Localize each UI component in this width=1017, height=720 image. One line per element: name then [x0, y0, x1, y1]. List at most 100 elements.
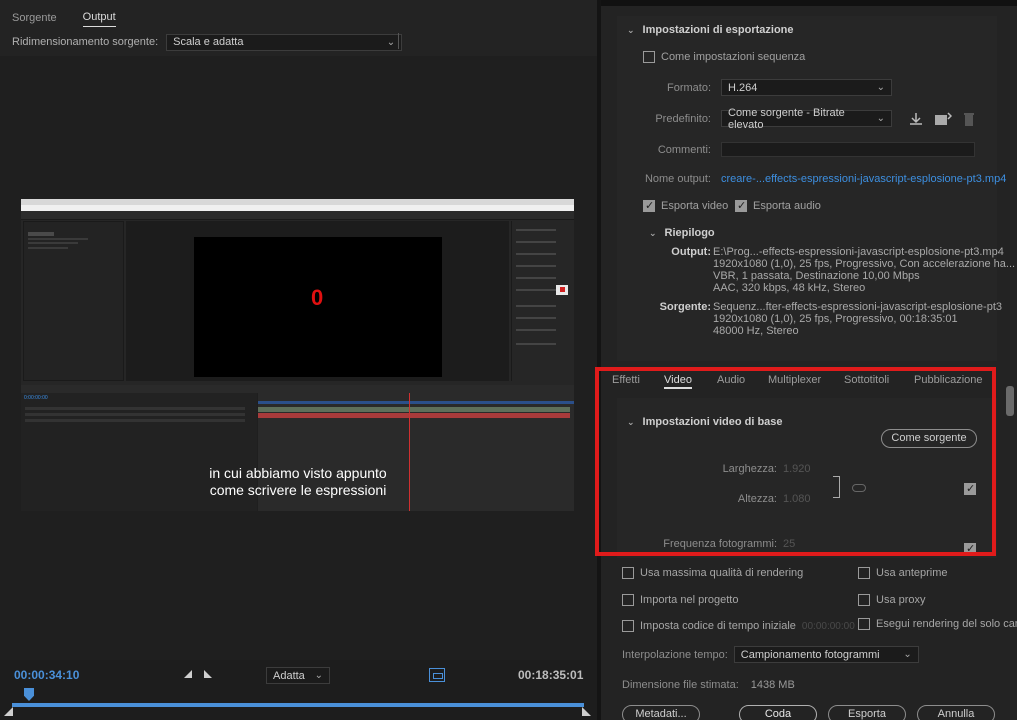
time-interpolation-dropdown[interactable]: Campionamento fotogrammi ⌄	[733, 646, 919, 663]
aspect-ratio-icon[interactable]	[429, 668, 445, 682]
use-proxy-checkbox[interactable]	[858, 594, 870, 606]
delete-preset-icon[interactable]	[962, 111, 976, 127]
duration-timecode: 00:18:35:01	[518, 668, 584, 682]
import-project-checkbox[interactable]	[622, 594, 634, 606]
out-point-marker-icon[interactable]	[582, 707, 591, 716]
export-video-label: Esporta video	[661, 200, 729, 212]
import-project-label: Importa nel progetto	[640, 594, 739, 606]
source-output-tabs: Sorgente Output	[0, 6, 597, 32]
file-size-row: Dimensione file stimata: 1438 MB	[622, 679, 795, 691]
preset-row: Predefinito: Come sorgente - Bitrate ele…	[617, 107, 976, 131]
start-timecode-row: Imposta codice di tempo iniziale 00:00:0…	[622, 620, 855, 632]
summary-output-line: AAC, 320 kbps, 48 kHz, Stereo	[713, 282, 866, 294]
video-subtitle: in cui abbiamo visto appunto come scrive…	[0, 465, 596, 499]
comments-label: Commenti:	[657, 143, 711, 156]
summary-title: Riepilogo	[664, 227, 715, 239]
frame-red-number: 0	[311, 285, 324, 310]
chevron-down-icon: ⌄	[314, 670, 323, 681]
format-row: Formato: H.264 ⌄	[617, 79, 892, 96]
summary-output-line: 1920x1080 (1,0), 25 fps, Progressivo, Co…	[713, 258, 1016, 270]
subtitle-line-1: in cui abbiamo visto appunto	[209, 465, 387, 481]
frame-timeline-tabs	[21, 385, 574, 393]
summary-header[interactable]: ⌄ Riepilogo	[649, 227, 715, 239]
summary-output-details: E:\Prog...-effects-espressioni-javascrip…	[713, 246, 1015, 294]
export-audio-checkbox[interactable]	[735, 199, 747, 212]
file-size-label: Dimensione file stimata:	[622, 679, 739, 691]
preset-value: Come sorgente - Bitrate elevato	[728, 106, 845, 131]
time-interpolation-value: Campionamento fotogrammi	[740, 648, 880, 661]
match-sequence-row: Come impostazioni sequenza	[643, 51, 805, 63]
summary-source-line: 48000 Hz, Stereo	[713, 325, 799, 337]
time-interpolation-row: Interpolazione tempo: Campionamento foto…	[622, 646, 919, 663]
export-settings-panel: ⌄ Impostazioni di esportazione Come impo…	[617, 16, 1015, 361]
settings-scrollbar[interactable]	[1006, 386, 1014, 416]
frame-composition-viewer: 0	[194, 237, 442, 377]
tab-source[interactable]: Sorgente	[12, 12, 57, 27]
import-project-row: Importa nel progetto	[622, 594, 738, 606]
render-alpha-checkbox[interactable]	[858, 618, 870, 630]
frame-composition-panel: 0	[126, 221, 509, 381]
playhead-handle[interactable]	[24, 688, 34, 701]
summary-output-line: VBR, 1 passata, Destinazione 10,00 Mbps	[713, 270, 920, 282]
output-name-link[interactable]: creare-...effects-espressioni-javascript…	[721, 173, 1006, 185]
chevron-down-icon: ⌄	[627, 24, 635, 35]
source-scaling-value: Scala e adatta	[173, 36, 244, 48]
scrub-bar[interactable]	[12, 703, 584, 707]
cancel-button[interactable]: Annulla	[917, 705, 995, 720]
source-scaling-row: Ridimensionamento sorgente: Scala e adat…	[12, 33, 403, 51]
chevron-down-icon: ⌄	[876, 113, 885, 124]
render-alpha-label: Esegui rendering del solo canale	[876, 618, 1017, 630]
chevron-down-icon: ⌄	[386, 36, 396, 48]
chevron-down-icon: ⌄	[903, 649, 912, 660]
summary-output-label: Output:	[671, 246, 711, 258]
queue-button[interactable]: Coda	[739, 705, 817, 720]
export-settings-header[interactable]: ⌄ Impostazioni di esportazione	[627, 24, 794, 36]
use-proxy-row: Usa proxy	[858, 594, 926, 606]
format-label: Formato:	[666, 81, 711, 94]
tab-output[interactable]: Output	[82, 11, 116, 27]
max-quality-label: Usa massima qualità di rendering	[640, 567, 804, 579]
in-point-marker-icon[interactable]	[4, 707, 13, 716]
export-settings-title: Impostazioni di esportazione	[642, 24, 794, 36]
export-audio-row: Esporta audio	[735, 199, 821, 212]
subtitle-line-2: come scrivere le espressioni	[209, 482, 387, 498]
zoom-fit-dropdown[interactable]: Adatta ⌄	[266, 667, 330, 684]
export-audio-label: Esporta audio	[753, 200, 821, 212]
start-timecode-checkbox[interactable]	[622, 620, 634, 632]
preset-dropdown[interactable]: Come sorgente - Bitrate elevato ⌄	[721, 107, 892, 131]
use-previews-label: Usa anteprime	[876, 567, 948, 579]
render-alpha-row: Esegui rendering del solo canale	[858, 618, 1017, 630]
source-scaling-dropdown[interactable]: Scala e adatta ⌄	[166, 33, 403, 51]
frame-app-toolbar	[21, 211, 574, 220]
format-value: H.264	[728, 81, 758, 94]
match-sequence-checkbox[interactable]	[643, 51, 655, 63]
export-button[interactable]: Esporta	[828, 705, 906, 720]
zoom-fit-value: Adatta	[273, 669, 305, 682]
import-preset-icon[interactable]	[934, 111, 952, 126]
time-interpolation-label: Interpolazione tempo:	[622, 648, 728, 661]
preview-pane: Sorgente Output Ridimensionamento sorgen…	[0, 0, 597, 720]
playback-controls: 00:00:34:10 Adatta ⌄ 00:18:35:01	[0, 660, 597, 720]
highlight-annotation-box	[595, 367, 996, 556]
format-dropdown[interactable]: H.264 ⌄	[721, 79, 892, 96]
set-in-point-icon[interactable]	[184, 670, 192, 678]
comments-input[interactable]	[721, 142, 975, 157]
summary-source-label: Sorgente:	[659, 301, 711, 313]
export-video-row: Esporta video	[643, 199, 729, 212]
current-timecode[interactable]: 00:00:34:10	[14, 668, 79, 682]
max-quality-checkbox[interactable]	[622, 567, 634, 579]
comments-row: Commenti:	[617, 142, 975, 157]
preset-label: Predefinito:	[655, 112, 711, 125]
set-out-point-icon[interactable]	[204, 670, 212, 678]
use-previews-checkbox[interactable]	[858, 567, 870, 579]
match-sequence-label: Come impostazioni sequenza	[661, 51, 806, 63]
start-timecode-value[interactable]: 00:00:00:00	[802, 621, 855, 632]
export-video-checkbox[interactable]	[643, 199, 655, 212]
output-name-row: Nome output: creare-...effects-espressio…	[617, 173, 1006, 185]
summary-output-line: E:\Prog...-effects-espressioni-javascrip…	[713, 246, 1004, 258]
metadata-button[interactable]: Metadati...	[622, 705, 700, 720]
summary-source-line: Sequenz...fter-effects-espressioni-javas…	[713, 301, 1002, 313]
use-proxy-label: Usa proxy	[876, 594, 926, 606]
save-preset-icon[interactable]	[908, 112, 924, 126]
frame-project-panel	[23, 221, 124, 381]
